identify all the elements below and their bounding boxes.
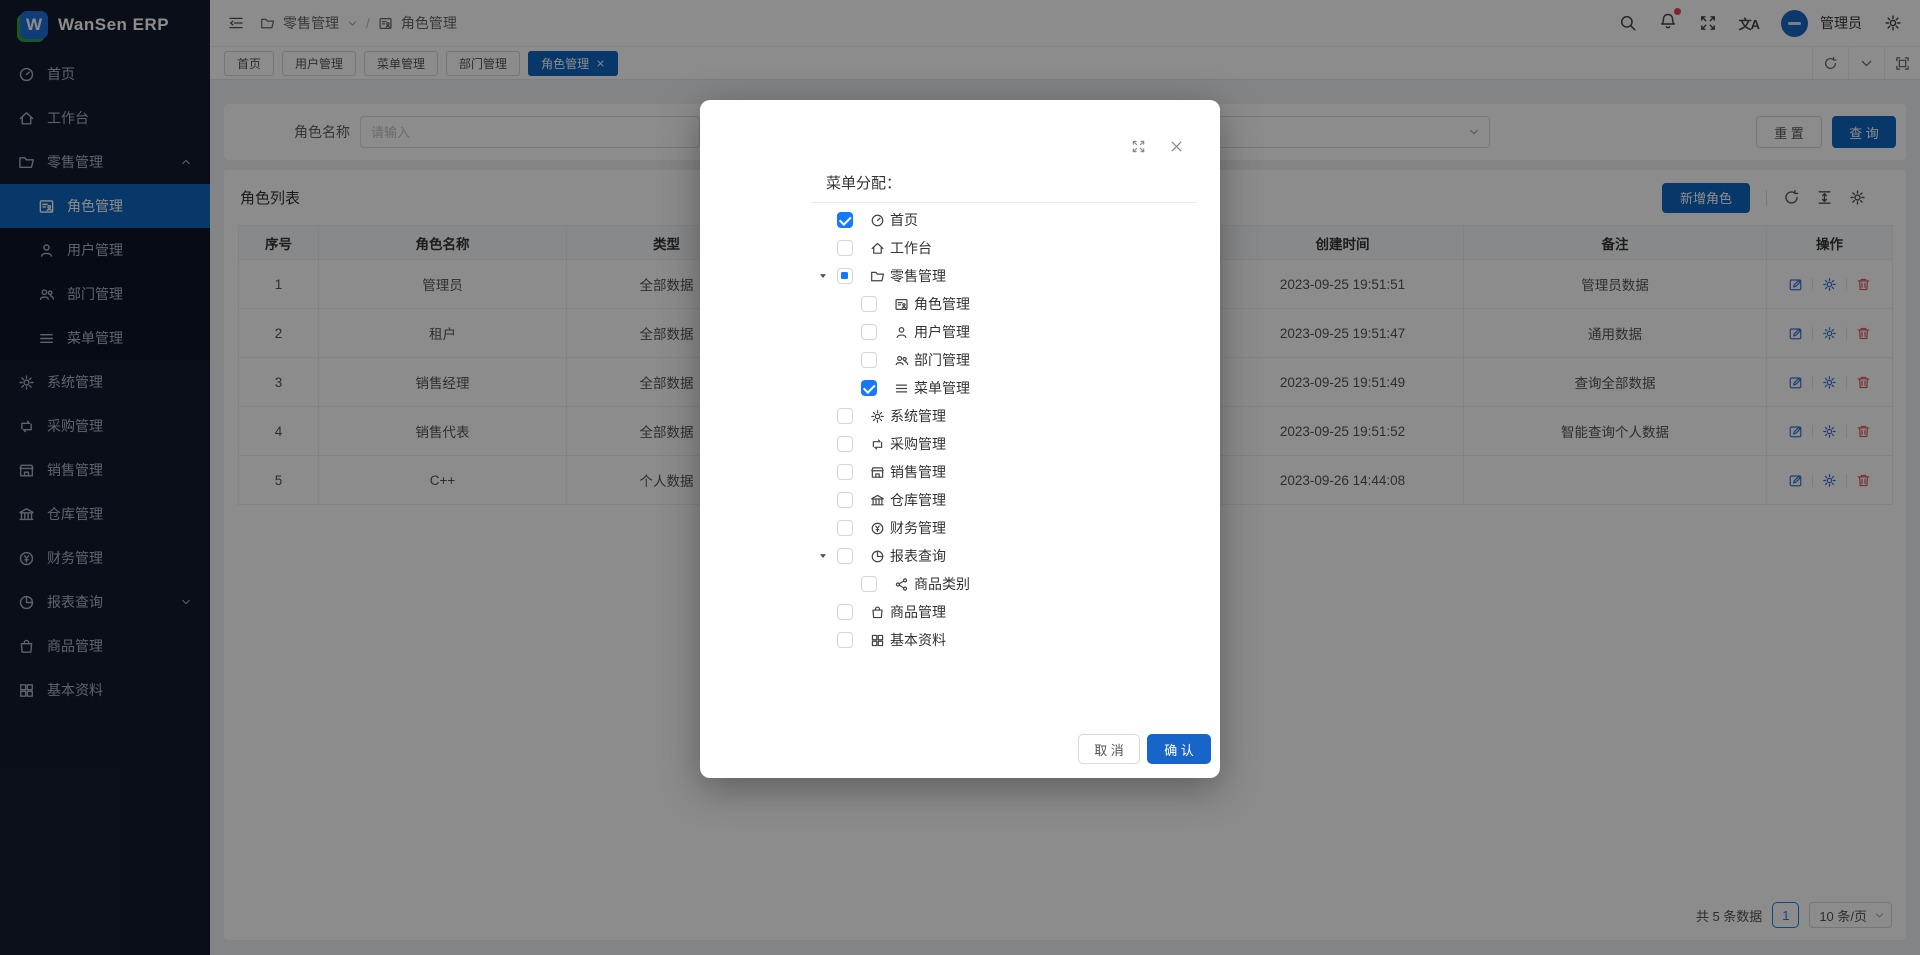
tree-node-role: 角色管理 bbox=[700, 290, 1220, 318]
close-icon bbox=[1169, 139, 1184, 154]
menu-icon bbox=[894, 381, 909, 396]
tree-checkbox-dept[interactable] bbox=[861, 352, 877, 368]
team-icon bbox=[894, 353, 909, 368]
tree-checkbox-basic[interactable] bbox=[837, 632, 853, 648]
tree-node-goods: 商品管理 bbox=[700, 598, 1220, 626]
role-icon bbox=[894, 297, 909, 312]
tree-checkbox-retail[interactable] bbox=[837, 268, 853, 284]
tree-checkbox-purchase[interactable] bbox=[837, 436, 853, 452]
tree-node-label[interactable]: 零售管理 bbox=[890, 266, 946, 286]
folder-open-icon bbox=[870, 269, 885, 284]
tree-node-label[interactable]: 基本资料 bbox=[890, 630, 946, 650]
finance-icon bbox=[870, 521, 885, 536]
tree-node-label[interactable]: 仓库管理 bbox=[890, 490, 946, 510]
tree-node-label[interactable]: 首页 bbox=[890, 210, 918, 230]
bag-icon bbox=[870, 605, 885, 620]
tree-node-label[interactable]: 系统管理 bbox=[890, 406, 946, 426]
tree-checkbox-report[interactable] bbox=[837, 548, 853, 564]
tree-node-finance: 财务管理 bbox=[700, 514, 1220, 542]
gear-icon bbox=[870, 409, 885, 424]
tree-node-category: 商品类别 bbox=[700, 570, 1220, 598]
sync-icon bbox=[870, 437, 885, 452]
tree-node-label[interactable]: 工作台 bbox=[890, 238, 932, 258]
tree-node-label[interactable]: 用户管理 bbox=[914, 322, 970, 342]
tree-node-warehouse: 仓库管理 bbox=[700, 486, 1220, 514]
tree-node-label[interactable]: 报表查询 bbox=[890, 546, 946, 566]
tree-checkbox-workbench[interactable] bbox=[837, 240, 853, 256]
maximize-icon bbox=[1131, 139, 1146, 154]
tree-node-menu: 菜单管理 bbox=[700, 374, 1220, 402]
tree-checkbox-menu[interactable] bbox=[861, 380, 877, 396]
home-icon bbox=[870, 241, 885, 256]
tree-node-label[interactable]: 财务管理 bbox=[890, 518, 946, 538]
tree-checkbox-finance[interactable] bbox=[837, 520, 853, 536]
tree-node-label[interactable]: 部门管理 bbox=[914, 350, 970, 370]
share-icon bbox=[894, 577, 909, 592]
confirm-button[interactable]: 确 认 bbox=[1147, 734, 1211, 764]
app-root: W WanSen ERP 首页工作台零售管理角色管理用户管理部门管理菜单管理系统… bbox=[0, 0, 1920, 955]
tree-checkbox-warehouse[interactable] bbox=[837, 492, 853, 508]
tree-node-workbench: 工作台 bbox=[700, 234, 1220, 262]
tree-node-dept: 部门管理 bbox=[700, 346, 1220, 374]
user-icon bbox=[894, 325, 909, 340]
tree-checkbox-category[interactable] bbox=[861, 576, 877, 592]
tree-node-label[interactable]: 菜单管理 bbox=[914, 378, 970, 398]
grid-icon bbox=[870, 633, 885, 648]
tree-expander[interactable] bbox=[818, 551, 837, 561]
pie-icon bbox=[870, 549, 885, 564]
tree-checkbox-system[interactable] bbox=[837, 408, 853, 424]
tree-checkbox-user[interactable] bbox=[861, 324, 877, 340]
tree-node-sales: 销售管理 bbox=[700, 458, 1220, 486]
menu-assign-modal: 菜单分配： 首页工作台零售管理角色管理用户管理部门管理菜单管理系统管理采购管理销… bbox=[700, 100, 1220, 778]
modal-maximize-button[interactable] bbox=[1128, 136, 1148, 156]
tree-node-label[interactable]: 商品管理 bbox=[890, 602, 946, 622]
tree-node-label[interactable]: 角色管理 bbox=[914, 294, 970, 314]
cancel-button[interactable]: 取 消 bbox=[1078, 734, 1140, 764]
modal-close-button[interactable] bbox=[1166, 136, 1186, 156]
tree-checkbox-home[interactable] bbox=[837, 212, 853, 228]
tree-node-report: 报表查询 bbox=[700, 542, 1220, 570]
dashboard-icon bbox=[870, 213, 885, 228]
tree-node-label[interactable]: 采购管理 bbox=[890, 434, 946, 454]
caret-icon bbox=[818, 271, 828, 281]
tree-checkbox-goods[interactable] bbox=[837, 604, 853, 620]
modal-title: 菜单分配： bbox=[826, 172, 901, 193]
tree-node-home: 首页 bbox=[700, 206, 1220, 234]
tree-node-purchase: 采购管理 bbox=[700, 430, 1220, 458]
modal-divider bbox=[812, 202, 1197, 203]
tree-expander[interactable] bbox=[818, 271, 837, 281]
tree-checkbox-role[interactable] bbox=[861, 296, 877, 312]
tree-node-system: 系统管理 bbox=[700, 402, 1220, 430]
shop-icon bbox=[870, 465, 885, 480]
caret-icon bbox=[818, 551, 828, 561]
tree-node-retail: 零售管理 bbox=[700, 262, 1220, 290]
tree-node-label[interactable]: 销售管理 bbox=[890, 462, 946, 482]
tree-node-label[interactable]: 商品类别 bbox=[914, 574, 970, 594]
menu-tree: 首页工作台零售管理角色管理用户管理部门管理菜单管理系统管理采购管理销售管理仓库管… bbox=[700, 206, 1220, 654]
tree-node-user: 用户管理 bbox=[700, 318, 1220, 346]
tree-checkbox-sales[interactable] bbox=[837, 464, 853, 480]
bank-icon bbox=[870, 493, 885, 508]
tree-node-basic: 基本资料 bbox=[700, 626, 1220, 654]
